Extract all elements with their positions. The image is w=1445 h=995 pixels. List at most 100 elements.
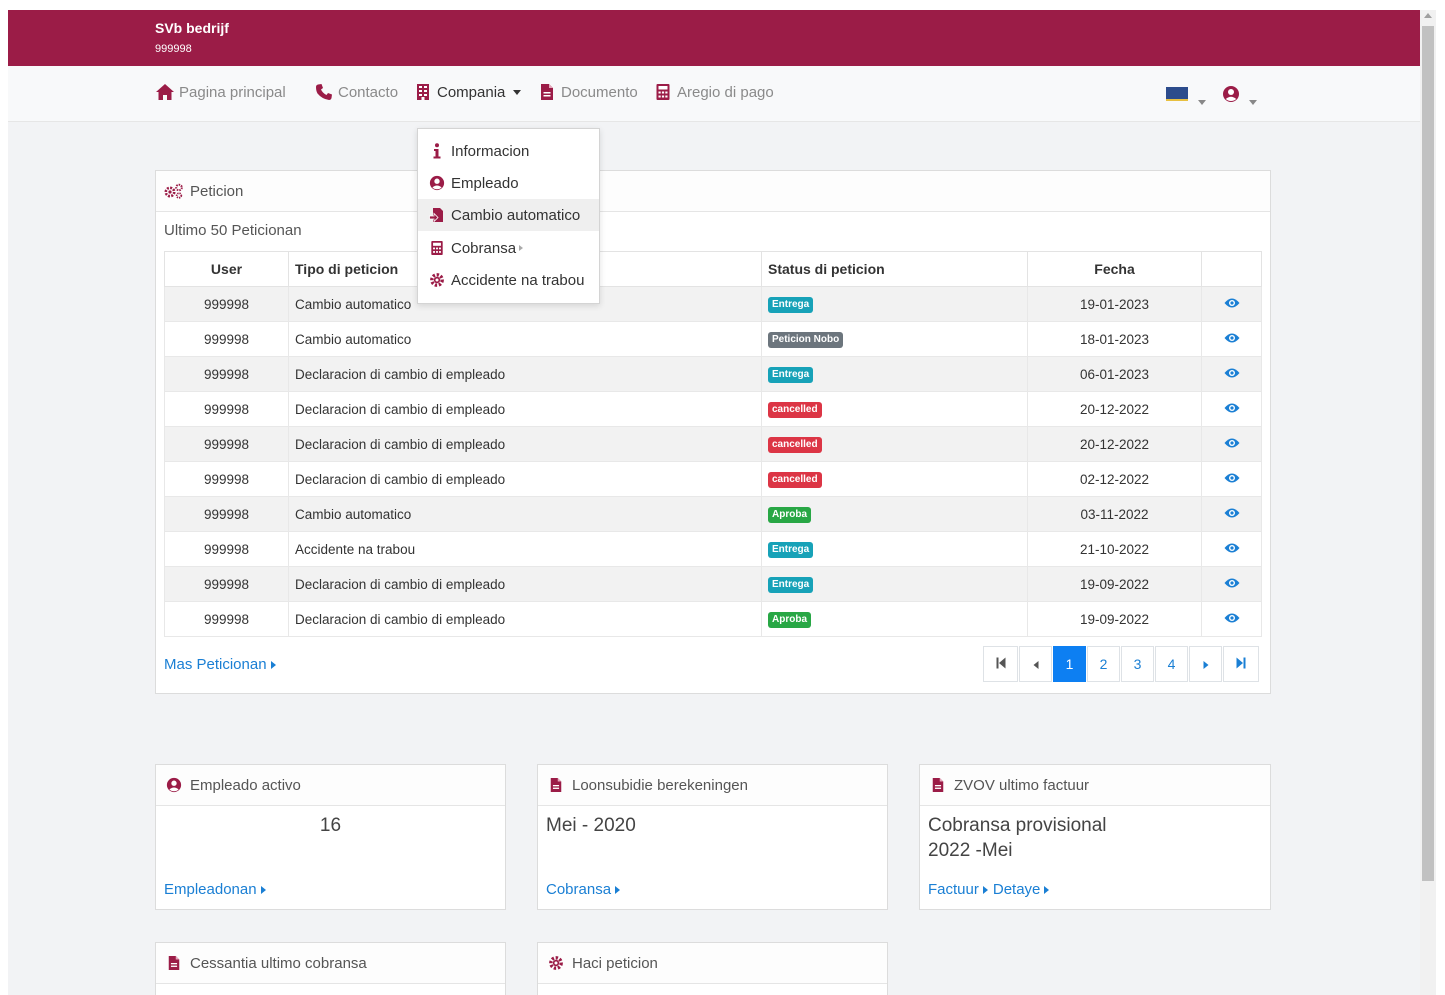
cell-user: 999998 [164, 391, 289, 427]
cell-view [1201, 391, 1262, 427]
requests-title: Peticion [190, 182, 244, 200]
col-user: User [164, 251, 289, 287]
dropdown-item-cambio-automatico[interactable]: Cambio automatico [418, 199, 599, 231]
more-requests-link[interactable]: Mas Peticionan [164, 656, 276, 673]
eye-icon[interactable] [1224, 402, 1240, 414]
company-id: 999998 [155, 43, 192, 55]
nav-payment[interactable]: Aregio di pago [653, 83, 774, 101]
eye-icon[interactable] [1224, 542, 1240, 554]
cell-user: 999998 [164, 566, 289, 602]
cell-date: 03-11-2022 [1027, 496, 1202, 532]
user-menu-icon[interactable] [1222, 85, 1240, 108]
table-header-row: User Tipo di peticion Status di peticion… [164, 251, 1262, 287]
step-backward-icon [996, 656, 1006, 672]
cell-view [1201, 461, 1262, 497]
scrollbar-thumb[interactable] [1422, 26, 1434, 881]
employees-link[interactable]: Empleadonan [164, 881, 266, 898]
dropdown-item-informacion[interactable]: Informacion [418, 135, 599, 167]
nav-company[interactable]: Compania [413, 83, 522, 101]
cell-date: 21-10-2022 [1027, 531, 1202, 567]
cell-status: Peticion Nobo [761, 321, 1028, 357]
table-row: 999998 Declaracion di cambio di empleado E… [164, 566, 1262, 602]
cell-status: Entrega [761, 356, 1028, 392]
dropdown-item-empleado[interactable]: Empleado [418, 167, 599, 199]
pager-prev[interactable] [1019, 646, 1052, 682]
nav-document[interactable]: Documento [537, 83, 638, 101]
cell-user: 999998 [164, 321, 289, 357]
cell-view [1201, 321, 1262, 357]
eye-icon[interactable] [1224, 507, 1240, 519]
cell-status: Aproba [761, 601, 1028, 637]
eye-icon[interactable] [1224, 332, 1240, 344]
cell-view [1201, 496, 1262, 532]
dropdown-item-label: Cobransa [451, 239, 517, 257]
eye-icon[interactable] [1224, 297, 1240, 309]
cell-type: Declaracion di cambio di empleado [288, 391, 762, 427]
employees-link-label: Empleadonan [164, 881, 257, 898]
user-circle-icon [428, 174, 446, 192]
document-icon [164, 954, 184, 972]
language-flag-icon[interactable] [1166, 87, 1188, 101]
zvov-title: ZVOV ultimo factuur [954, 776, 1090, 794]
cell-user: 999998 [164, 496, 289, 532]
language-chevron-down-icon[interactable] [1198, 92, 1206, 110]
caret-right-icon [260, 885, 266, 894]
dropdown-item-cobransa[interactable]: Cobransa [418, 232, 599, 264]
caret-right-icon [982, 885, 988, 894]
eye-icon[interactable] [1224, 577, 1240, 589]
employees-card: Empleado activo 16 Empleadonan [155, 764, 506, 910]
pager-first[interactable] [983, 646, 1018, 682]
col-status: Status di peticion [761, 251, 1028, 287]
nav-home[interactable]: Pagina principal [155, 83, 286, 101]
cell-date: 20-12-2022 [1027, 391, 1202, 427]
dropdown-item-accidente[interactable]: Accidente na trabou [418, 264, 599, 296]
cell-type: Cambio automatico [288, 321, 762, 357]
eye-icon[interactable] [1224, 472, 1240, 484]
pager-page-3[interactable]: 3 [1121, 646, 1154, 682]
submenu-caret-right-icon [519, 245, 524, 251]
cessantia-card: Cessantia ultimo cobransa [155, 942, 506, 995]
status-badge: Aproba [768, 612, 811, 628]
cell-status: Entrega [761, 531, 1028, 567]
pager-page-4[interactable]: 4 [1155, 646, 1188, 682]
status-badge: Entrega [768, 297, 814, 313]
requests-table-body: 999998 Cambio automatico Entrega 19-01-2023… [164, 286, 1262, 637]
cell-user: 999998 [164, 601, 289, 637]
pager-page-2[interactable]: 2 [1087, 646, 1120, 682]
document-icon [928, 776, 948, 794]
cell-user: 999998 [164, 531, 289, 567]
user-chevron-down-icon[interactable] [1249, 92, 1257, 110]
cell-date: 18-01-2023 [1027, 321, 1202, 357]
zvov-detail-link[interactable]: Detaye [993, 881, 1050, 898]
cell-type: Accidente na trabou [288, 531, 762, 567]
table-row: 999998 Declaracion di cambio di empleado A… [164, 601, 1262, 637]
loonsubsidie-value: Mei - 2020 [546, 815, 636, 836]
dropdown-item-label: Cambio automatico [451, 206, 581, 224]
cell-user: 999998 [164, 286, 289, 322]
company-dropdown-menu: Informacion Empleado Cambio automatico C… [417, 128, 600, 304]
eye-icon[interactable] [1224, 367, 1240, 379]
zvov-detail-label: Detaye [992, 881, 1041, 898]
pager-last[interactable] [1223, 646, 1259, 682]
eye-icon[interactable] [1224, 612, 1240, 624]
nav-contact[interactable]: Contacto [314, 83, 398, 101]
employees-title: Empleado activo [190, 776, 301, 794]
table-row: 999998 Cambio automatico Entrega 19-01-2023 [164, 286, 1262, 322]
caret-right-icon [1044, 885, 1050, 894]
caret-left-icon [1033, 656, 1039, 672]
company-name: SVb bedrijf [155, 20, 229, 36]
zvov-invoice-link[interactable]: Factuur [928, 881, 988, 898]
pager-next[interactable] [1189, 646, 1222, 682]
scroll-up-arrow-icon[interactable] [1424, 13, 1432, 18]
cell-date: 20-12-2022 [1027, 426, 1202, 462]
haci-card: Haci peticion [537, 942, 888, 995]
eye-icon[interactable] [1224, 437, 1240, 449]
cell-date: 02-12-2022 [1027, 461, 1202, 497]
cell-date: 19-09-2022 [1027, 566, 1202, 602]
dropdown-item-label: Accidente na trabou [451, 271, 585, 289]
zvov-links: Factuur Detaye [928, 881, 1050, 898]
loonsubsidie-link[interactable]: Cobransa [546, 881, 621, 898]
info-icon [428, 142, 446, 160]
app-header: SVb bedrijf 999998 [8, 10, 1420, 66]
pager-page-1[interactable]: 1 [1053, 646, 1086, 682]
